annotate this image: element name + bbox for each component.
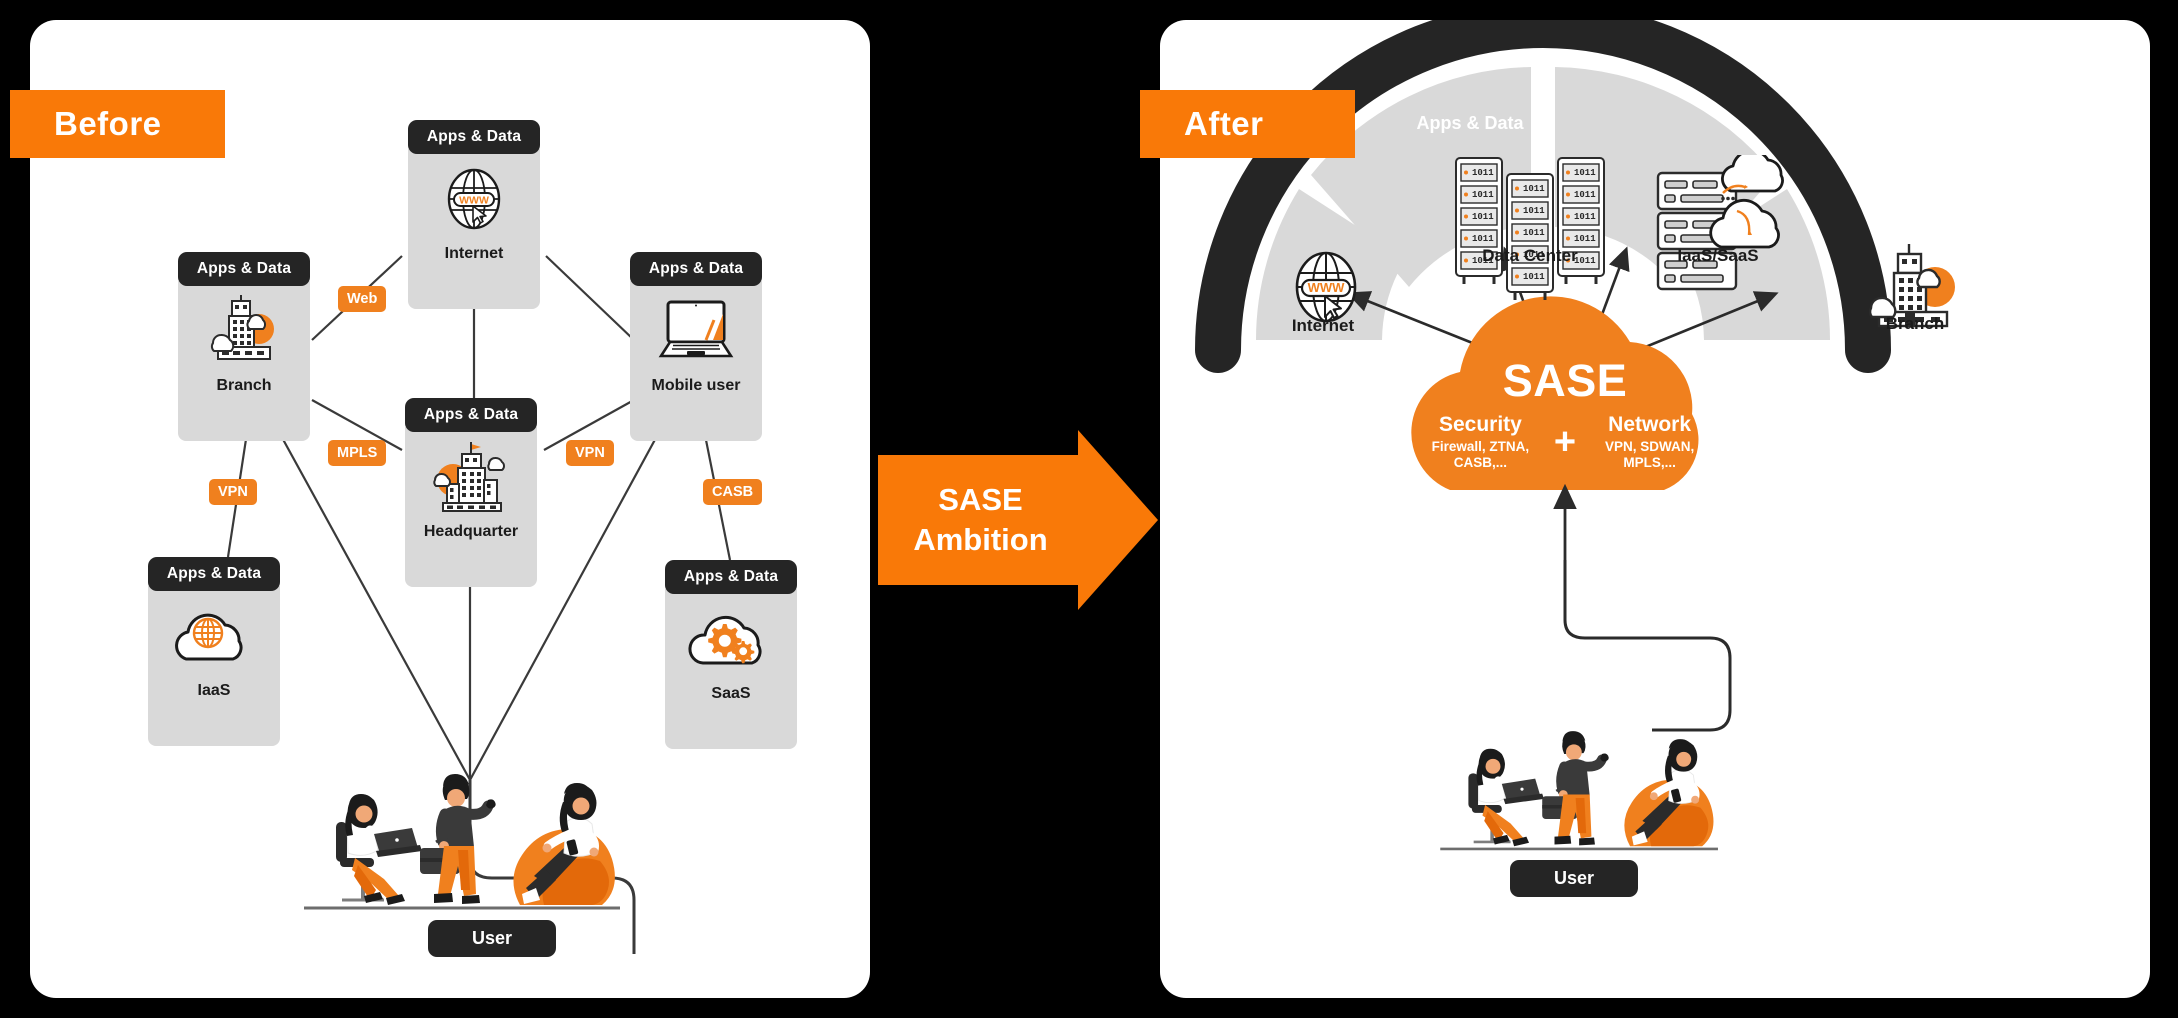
link-tag-web: Web	[338, 286, 387, 312]
sase-ambition-arrow: SASE Ambition	[878, 430, 1158, 610]
segment-label-internet: Internet	[1291, 316, 1355, 335]
node-iaas[interactable]: Apps & Data IaaS	[148, 557, 280, 746]
sase-network-heading: Network	[1608, 413, 1692, 436]
badge-after: After	[1140, 90, 1355, 158]
node-header-label: Apps & Data	[405, 398, 537, 432]
node-internet[interactable]: Apps & Data WWW Internet	[408, 120, 540, 309]
svg-text:1011: 1011	[1523, 272, 1545, 282]
node-label: SaaS	[711, 685, 751, 702]
node-body: WWW Internet	[408, 149, 540, 309]
svg-text:1011: 1011	[1574, 190, 1596, 200]
svg-text:WWW: WWW	[459, 195, 489, 207]
sase-network-items: VPN, SDWAN, MPLS,...	[1604, 439, 1695, 471]
node-label: Branch	[216, 377, 272, 394]
link-tag-vpn-mobile: VPN	[566, 440, 614, 466]
cloud-gears-icon	[685, 601, 777, 677]
user-group-illustration	[304, 774, 620, 910]
user-group-illustration	[1440, 731, 1718, 851]
link-tag-casb: CASB	[703, 479, 763, 505]
badge-before: Before	[10, 90, 225, 158]
node-label: IaaS	[197, 682, 231, 699]
sase-ambition-arrow-text: SASE Ambition	[878, 430, 1083, 610]
svg-text:1011: 1011	[1472, 168, 1494, 178]
node-body: Mobile user	[630, 281, 762, 441]
node-header-label: Apps & Data	[665, 560, 797, 594]
laptop-icon	[651, 293, 741, 369]
user-pill-after: User	[1510, 860, 1638, 897]
node-body: Headquarter	[405, 427, 537, 587]
svg-text:1011: 1011	[1574, 212, 1596, 222]
diagram-stage: Apps & Data WWW Internet Apps & Data Bra…	[0, 0, 2178, 1018]
node-body: Branch	[178, 281, 310, 441]
svg-text:1011: 1011	[1574, 168, 1596, 178]
node-saas[interactable]: Apps & Data SaaS	[665, 560, 797, 749]
link-tag-mpls: MPLS	[328, 440, 387, 466]
svg-text:1011: 1011	[1472, 234, 1494, 244]
arc-outer-label: Apps & Data	[1416, 113, 1524, 133]
node-header-label: Apps & Data	[178, 252, 310, 286]
segment-label-data-center: Data Center	[1482, 246, 1578, 265]
cloud-globe-icon	[170, 598, 258, 674]
sase-cloud-content: SASE Security Firewall, ZTNA, CASB,... +…	[1395, 358, 1735, 471]
server-rack-icon: 1011 1011 1011 1011 1011 1011 1011 1011 1011 1…	[1450, 150, 1610, 300]
sase-security-items: Firewall, ZTNA, CASB,...	[1431, 439, 1530, 471]
node-label: Mobile user	[651, 377, 741, 394]
svg-text:1011: 1011	[1523, 228, 1545, 238]
svg-text:WWW: WWW	[1308, 280, 1346, 295]
sase-cloud-title: SASE	[1502, 355, 1628, 406]
node-body: SaaS	[665, 589, 797, 749]
sase-security-column: Security Firewall, ZTNA, CASB,...	[1413, 413, 1548, 471]
node-headquarter[interactable]: Apps & Data Headquarter	[405, 398, 537, 587]
node-body: IaaS	[148, 586, 280, 746]
svg-text:1011: 1011	[1574, 234, 1596, 244]
segment-label-iaas-saas: IaaS/SaaS	[1677, 246, 1759, 265]
node-mobile-user[interactable]: Apps & Data Mobile user	[630, 252, 762, 441]
node-header-label: Apps & Data	[148, 557, 280, 591]
svg-text:1011: 1011	[1523, 184, 1545, 194]
node-label: Headquarter	[423, 523, 519, 540]
node-label: Internet	[444, 245, 504, 262]
after-panel: WWW 1011 1011 1011 1011 1011 1011 1011 1…	[1160, 20, 2150, 998]
headquarter-building-icon	[427, 439, 515, 515]
svg-text:1011: 1011	[1472, 190, 1494, 200]
server-cloud-icon	[1653, 155, 1793, 300]
sase-security-heading: Security	[1438, 413, 1522, 436]
plus-icon: +	[1553, 421, 1577, 464]
arrow-line-2: Ambition	[913, 522, 1048, 557]
node-branch[interactable]: Apps & Data Branch	[178, 252, 310, 441]
segment-label-branch: Branch	[1885, 314, 1945, 333]
link-tag-vpn-branch: VPN	[209, 479, 257, 505]
before-panel: Apps & Data WWW Internet Apps & Data Bra…	[30, 20, 870, 998]
globe-www-icon: WWW	[439, 161, 509, 237]
office-building-icon	[205, 293, 283, 369]
node-header-label: Apps & Data	[408, 120, 540, 154]
sase-network-column: Network VPN, SDWAN, MPLS,...	[1582, 413, 1717, 471]
svg-text:1011: 1011	[1472, 212, 1494, 222]
arrow-line-1: SASE	[938, 482, 1023, 518]
svg-text:1011: 1011	[1523, 206, 1545, 216]
user-pill-before: User	[428, 920, 556, 957]
node-header-label: Apps & Data	[630, 252, 762, 286]
